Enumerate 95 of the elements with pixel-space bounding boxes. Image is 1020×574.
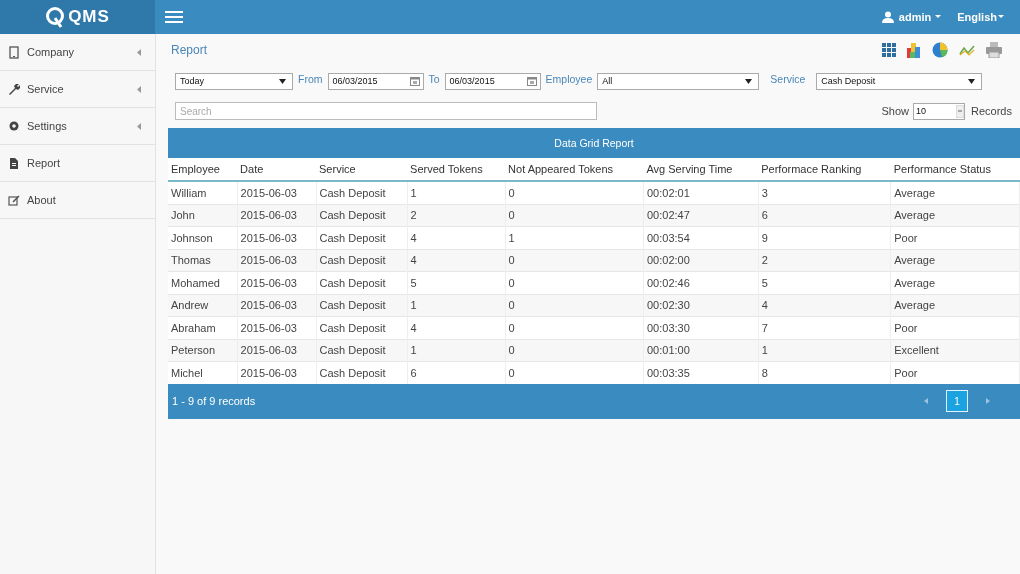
spinner-icon [956, 104, 965, 118]
table-cell: Average [890, 204, 1020, 227]
table-cell: 6 [407, 361, 506, 384]
column-header[interactable]: Avg Serving Time [643, 158, 759, 181]
table-cell: 2015-06-03 [237, 204, 316, 227]
table-cell: 2 [407, 204, 506, 227]
wrench-icon [8, 82, 20, 96]
table-cell: Excellent [890, 339, 1020, 362]
table-cell: Andrew [168, 294, 238, 317]
sidebar-item[interactable]: About [0, 182, 155, 219]
table-cell: Cash Deposit [316, 294, 408, 317]
table-cell: 2015-06-03 [237, 294, 316, 317]
table-cell: Cash Deposit [316, 339, 408, 362]
table-cell: 2015-06-03 [237, 339, 316, 362]
page-title: Report [171, 43, 209, 57]
table-cell: 2015-06-03 [237, 361, 316, 384]
table-cell: Average [890, 249, 1020, 272]
filter-label: Employee [545, 73, 593, 85]
table-cell: Michel [168, 361, 238, 384]
table-cell: 0 [505, 361, 644, 384]
table-cell: 00:02:00 [643, 249, 759, 272]
filter-label: Service [770, 73, 806, 85]
dropdown[interactable]: All [597, 72, 760, 90]
sidebar-item[interactable]: Service [0, 71, 155, 108]
table-cell: 2 [758, 249, 891, 272]
dropdown-arrow-icon [968, 78, 976, 84]
filter-label: From [298, 73, 323, 85]
table-cell: 4 [407, 249, 506, 272]
search-field[interactable]: Search [175, 102, 597, 120]
table-cell: 8 [758, 361, 891, 384]
table-title: Data Grid Report [168, 128, 1020, 158]
table-cell: 4 [758, 294, 891, 317]
sidebar-item[interactable]: Company [0, 34, 155, 71]
table-cell: Peterson [168, 339, 238, 362]
table-cell: 1 [758, 339, 891, 362]
sidebar-item[interactable]: Report [0, 145, 155, 182]
pie-chart-icon[interactable] [932, 42, 948, 58]
column-header[interactable]: Served Tokens [407, 158, 506, 181]
table-cell: 0 [505, 339, 644, 362]
table-cell: 0 [505, 294, 644, 317]
table-cell: Cash Deposit [316, 249, 408, 272]
user-icon [881, 11, 894, 23]
record-count: 1 - 9 of 9 records [172, 395, 256, 407]
table-cell: 00:02:30 [643, 294, 759, 317]
table-cell: 00:01:00 [643, 339, 759, 362]
filter-label: To [428, 73, 440, 85]
dropdown-arrow-icon [279, 78, 286, 84]
calendar-icon [526, 76, 537, 86]
caret-icon [935, 15, 942, 19]
column-header[interactable]: Performance Status [890, 158, 1020, 181]
calendar-icon [409, 76, 420, 86]
settings-icon [8, 119, 20, 133]
show-label: Show [881, 105, 910, 117]
table-cell: 6 [758, 204, 891, 227]
edit-icon [8, 193, 20, 207]
language-menu[interactable]: English [957, 11, 997, 23]
dropdown[interactable]: Today [175, 72, 293, 90]
dropdown-arrow-icon [745, 78, 753, 84]
column-header[interactable]: Date [237, 158, 316, 181]
print-icon[interactable] [986, 42, 1002, 58]
caret-icon [998, 15, 1004, 19]
sidebar-item[interactable]: Settings [0, 108, 155, 145]
table-cell: 1 [407, 339, 506, 362]
bar-chart-icon[interactable] [907, 42, 921, 58]
document-icon [8, 156, 20, 170]
page-size-field[interactable]: 10 [913, 102, 966, 120]
column-header[interactable]: Performace Ranking [758, 158, 891, 181]
table-cell: Poor [890, 361, 1020, 384]
column-header[interactable]: Service [316, 158, 408, 181]
previous-icon[interactable] [924, 398, 928, 404]
date-field[interactable]: 06/03/2015 [444, 72, 541, 90]
table-cell: Average [890, 294, 1020, 317]
tablet-icon [8, 45, 20, 59]
table-cell: 00:03:35 [643, 361, 759, 384]
table-cell: Cash Deposit [316, 204, 408, 227]
grid-icon[interactable] [882, 43, 896, 57]
column-header[interactable]: Not Appeared Tokens [505, 158, 644, 181]
user-menu[interactable]: admin [898, 11, 932, 23]
dropdown[interactable]: Cash Deposit [816, 72, 983, 90]
logo-text: QMS [68, 7, 110, 27]
records-label: Records [971, 105, 1012, 117]
table-cell: Cash Deposit [316, 361, 408, 384]
next-icon[interactable] [986, 398, 990, 404]
table-cell: Thomas [168, 249, 238, 272]
table-cell: 1 [407, 294, 506, 317]
table-cell: 0 [505, 249, 644, 272]
table-cell: 0 [505, 204, 644, 227]
date-field[interactable]: 06/03/2015 [327, 72, 424, 90]
table-cell: John [168, 204, 238, 227]
q-logo-icon [45, 6, 66, 28]
line-chart-icon[interactable] [959, 44, 975, 56]
table-cell: 2015-06-03 [237, 249, 316, 272]
table-cell: 00:02:47 [643, 204, 759, 227]
column-header[interactable]: Employee [168, 158, 238, 181]
menu-icon[interactable] [165, 10, 183, 24]
